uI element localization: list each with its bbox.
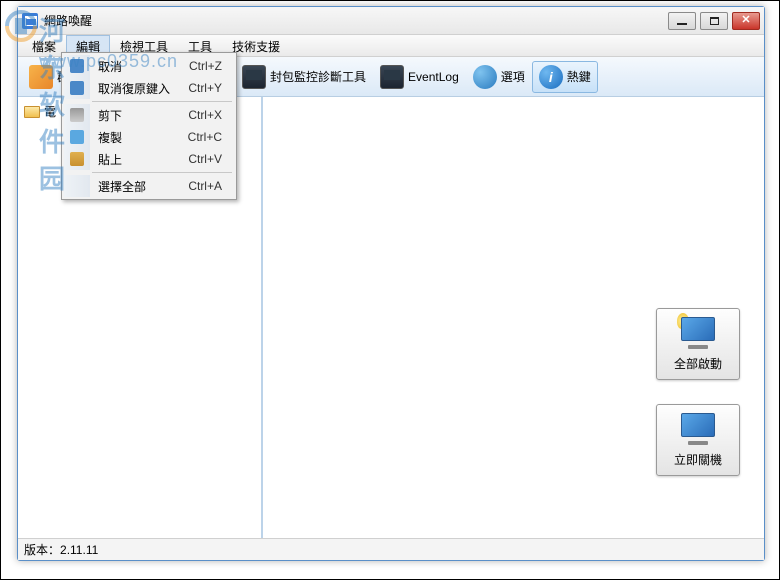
eventlog-icon (380, 65, 404, 89)
shutdown-button[interactable]: 立即關機 (656, 404, 740, 476)
edit-menu-dropdown: 取消 Ctrl+Z 取消復原鍵入 Ctrl+Y 剪下 Ctrl+X 複製 Ctr… (61, 52, 237, 200)
toolbar-eventlog-button[interactable]: EventLog (373, 61, 466, 93)
menu-paste-label: 貼上 (90, 151, 188, 168)
menu-copy-shortcut: Ctrl+C (188, 130, 234, 144)
menu-cut-label: 剪下 (90, 107, 188, 124)
app-icon (22, 13, 38, 29)
close-button[interactable]: ✕ (732, 12, 760, 30)
window-title: 網路喚醒 (44, 12, 668, 29)
menu-cut-shortcut: Ctrl+X (188, 108, 234, 122)
toolbar-packet-button[interactable]: 封包監控診斷工具 (235, 61, 373, 93)
undo-icon (70, 59, 84, 73)
redo-icon (70, 81, 84, 95)
groups-icon (29, 65, 53, 89)
toolbar-options-button[interactable]: 選項 (466, 61, 532, 93)
menu-paste[interactable]: 貼上 Ctrl+V (64, 148, 234, 170)
window-controls: ✕ (668, 12, 760, 30)
gear-icon (473, 65, 497, 89)
statusbar: 版本： 2.11.11 (18, 538, 764, 560)
menu-redo-shortcut: Ctrl+Y (188, 81, 234, 95)
menu-select-all-label: 選擇全部 (90, 178, 188, 195)
tree-root-label: 電 (44, 103, 56, 120)
menu-select-all-shortcut: Ctrl+A (188, 179, 234, 193)
menu-separator (92, 101, 232, 102)
wake-all-label: 全部啟動 (674, 355, 722, 372)
wake-pc-icon (679, 317, 717, 351)
menu-undo-shortcut: Ctrl+Z (189, 59, 234, 73)
menu-redo-label: 取消復原鍵入 (90, 80, 188, 97)
action-panel: 全部啟動 立即關機 (656, 308, 740, 476)
menu-undo-label: 取消 (90, 58, 189, 75)
shutdown-pc-icon (679, 413, 717, 447)
folder-icon (24, 106, 40, 118)
menu-cut[interactable]: 剪下 Ctrl+X (64, 104, 234, 126)
version-value: 2.11.11 (60, 543, 98, 557)
menu-file[interactable]: 檔案 (22, 35, 66, 56)
wake-all-button[interactable]: 全部啟動 (656, 308, 740, 380)
toolbar-hotkey-button[interactable]: 熱鍵 (532, 61, 598, 93)
shutdown-label: 立即關機 (674, 451, 722, 468)
menu-redo[interactable]: 取消復原鍵入 Ctrl+Y (64, 77, 234, 99)
cut-icon (70, 108, 84, 122)
info-icon (539, 65, 563, 89)
titlebar: 網路喚醒 ✕ (18, 7, 764, 35)
menu-copy-label: 複製 (90, 129, 188, 146)
packet-monitor-icon (242, 65, 266, 89)
toolbar-options-label: 選項 (501, 68, 525, 85)
minimize-button[interactable] (668, 12, 696, 30)
toolbar-hotkey-label: 熱鍵 (567, 68, 591, 85)
version-label: 版本： (24, 541, 60, 558)
maximize-button[interactable] (700, 12, 728, 30)
toolbar-eventlog-label: EventLog (408, 70, 459, 84)
menu-undo[interactable]: 取消 Ctrl+Z (64, 55, 234, 77)
menu-paste-shortcut: Ctrl+V (188, 152, 234, 166)
copy-icon (70, 130, 84, 144)
menu-select-all[interactable]: 選擇全部 Ctrl+A (64, 175, 234, 197)
menu-separator (92, 172, 232, 173)
toolbar-packet-label: 封包監控診斷工具 (270, 68, 366, 85)
paste-icon (70, 152, 84, 166)
menu-copy[interactable]: 複製 Ctrl+C (64, 126, 234, 148)
